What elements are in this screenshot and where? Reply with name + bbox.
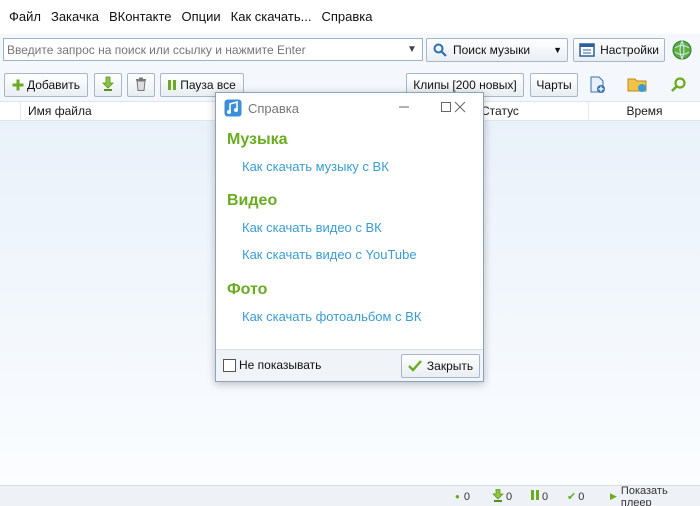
menu-bar: Файл Закачка ВКонтакте Опции Как скачать… — [0, 0, 700, 34]
search-combobox[interactable]: ▼ — [3, 38, 423, 61]
settings-label: Настройки — [600, 43, 659, 57]
search-icon[interactable] — [670, 76, 688, 94]
section-music-heading: Музыка — [227, 131, 288, 148]
status-bar: ● 0 0 0 ✔ 0 ▶ Показать плеер — [0, 485, 700, 506]
link-download-photoalbum-vk[interactable]: Как скачать фотоальбом с ВК — [242, 309, 421, 324]
play-icon: ▶ — [610, 491, 617, 501]
column-spacer — [0, 102, 21, 121]
status-paused: 0 — [531, 486, 548, 506]
globe-icon[interactable] — [672, 40, 692, 60]
link-download-music-vk[interactable]: Как скачать музыку с ВК — [242, 159, 389, 174]
link-download-video-vk[interactable]: Как скачать видео с ВК — [242, 220, 382, 235]
section-photo-heading: Фото — [227, 281, 268, 298]
download-arrow-icon — [492, 488, 504, 505]
add-file-icon[interactable] — [588, 76, 608, 94]
link-download-video-youtube[interactable]: Как скачать видео с YouTube — [242, 247, 417, 262]
column-status[interactable]: Статус — [471, 102, 589, 121]
add-button[interactable]: Добавить — [4, 73, 88, 97]
help-dialog: Справка Музыка Как скачать музыку с ВК В… — [215, 92, 484, 382]
status-count-1: 0 — [463, 490, 470, 503]
dialog-footer: Не показывать Закрыть — [216, 349, 483, 381]
minimize-spacer — [399, 99, 415, 115]
dont-show-checkbox[interactable] — [223, 359, 236, 372]
status-count-2: 0 — [506, 490, 513, 503]
status-count-3: 0 — [542, 490, 549, 503]
check-icon: ✔ — [567, 491, 577, 503]
check-icon — [408, 360, 422, 372]
chevron-down-icon[interactable]: ▼ — [402, 39, 422, 60]
delete-button[interactable] — [127, 73, 155, 97]
clips-label: Клипы [200 новых] — [413, 78, 517, 92]
dialog-titlebar[interactable]: Справка — [216, 93, 483, 123]
search-input[interactable] — [4, 39, 402, 60]
status-count-4: 0 — [578, 490, 585, 503]
menu-options[interactable]: Опции — [177, 0, 226, 34]
menu-how-to-download[interactable]: Как скачать... — [226, 0, 317, 34]
pause-all-label: Пауза все — [180, 78, 236, 92]
status-completed: ✔ 0 — [567, 486, 584, 506]
menu-help[interactable]: Справка — [316, 0, 377, 34]
search-row: ▼ Поиск музыки ▼ Настройки — [0, 34, 700, 66]
charts-button[interactable]: Чарты — [530, 73, 578, 97]
close-button[interactable]: Закрыть — [401, 354, 480, 378]
column-time[interactable]: Время — [589, 102, 700, 121]
folder-icon[interactable] — [627, 76, 649, 94]
show-player-button[interactable]: ▶ Показать плеер — [610, 484, 700, 506]
search-type-dropdown[interactable]: Поиск музыки ▼ — [426, 38, 568, 62]
menu-vkontakte[interactable]: ВКонтакте — [104, 0, 177, 34]
close-icon[interactable] — [452, 99, 468, 115]
section-video-heading: Видео — [227, 192, 278, 209]
add-label: Добавить — [26, 78, 81, 92]
dialog-title: Справка — [248, 100, 299, 116]
status-downloading: 0 — [492, 486, 512, 506]
download-arrow-icon — [101, 76, 115, 95]
search-icon — [433, 43, 447, 57]
pause-icon — [531, 490, 539, 503]
show-player-label: Показать плеер — [620, 484, 668, 506]
window-settings-icon — [579, 43, 595, 57]
pause-icon — [168, 80, 177, 90]
status-active: ● 0 — [455, 486, 470, 506]
menu-file[interactable]: Файл — [4, 0, 46, 34]
menu-download[interactable]: Закачка — [46, 0, 104, 34]
dialog-body: Музыка Как скачать музыку с ВК Видео Как… — [216, 123, 483, 349]
trash-icon — [135, 77, 147, 94]
close-label: Закрыть — [426, 359, 474, 373]
download-button[interactable] — [94, 73, 122, 97]
chevron-down-icon: ▼ — [553, 45, 562, 55]
settings-button[interactable]: Настройки — [573, 38, 665, 62]
charts-label: Чарты — [536, 78, 572, 92]
plus-icon — [12, 79, 24, 91]
app-logo-icon — [224, 99, 242, 117]
dont-show-label[interactable]: Не показывать — [239, 358, 321, 372]
search-type-label: Поиск музыки — [453, 43, 531, 57]
dot-icon: ● — [455, 492, 460, 501]
